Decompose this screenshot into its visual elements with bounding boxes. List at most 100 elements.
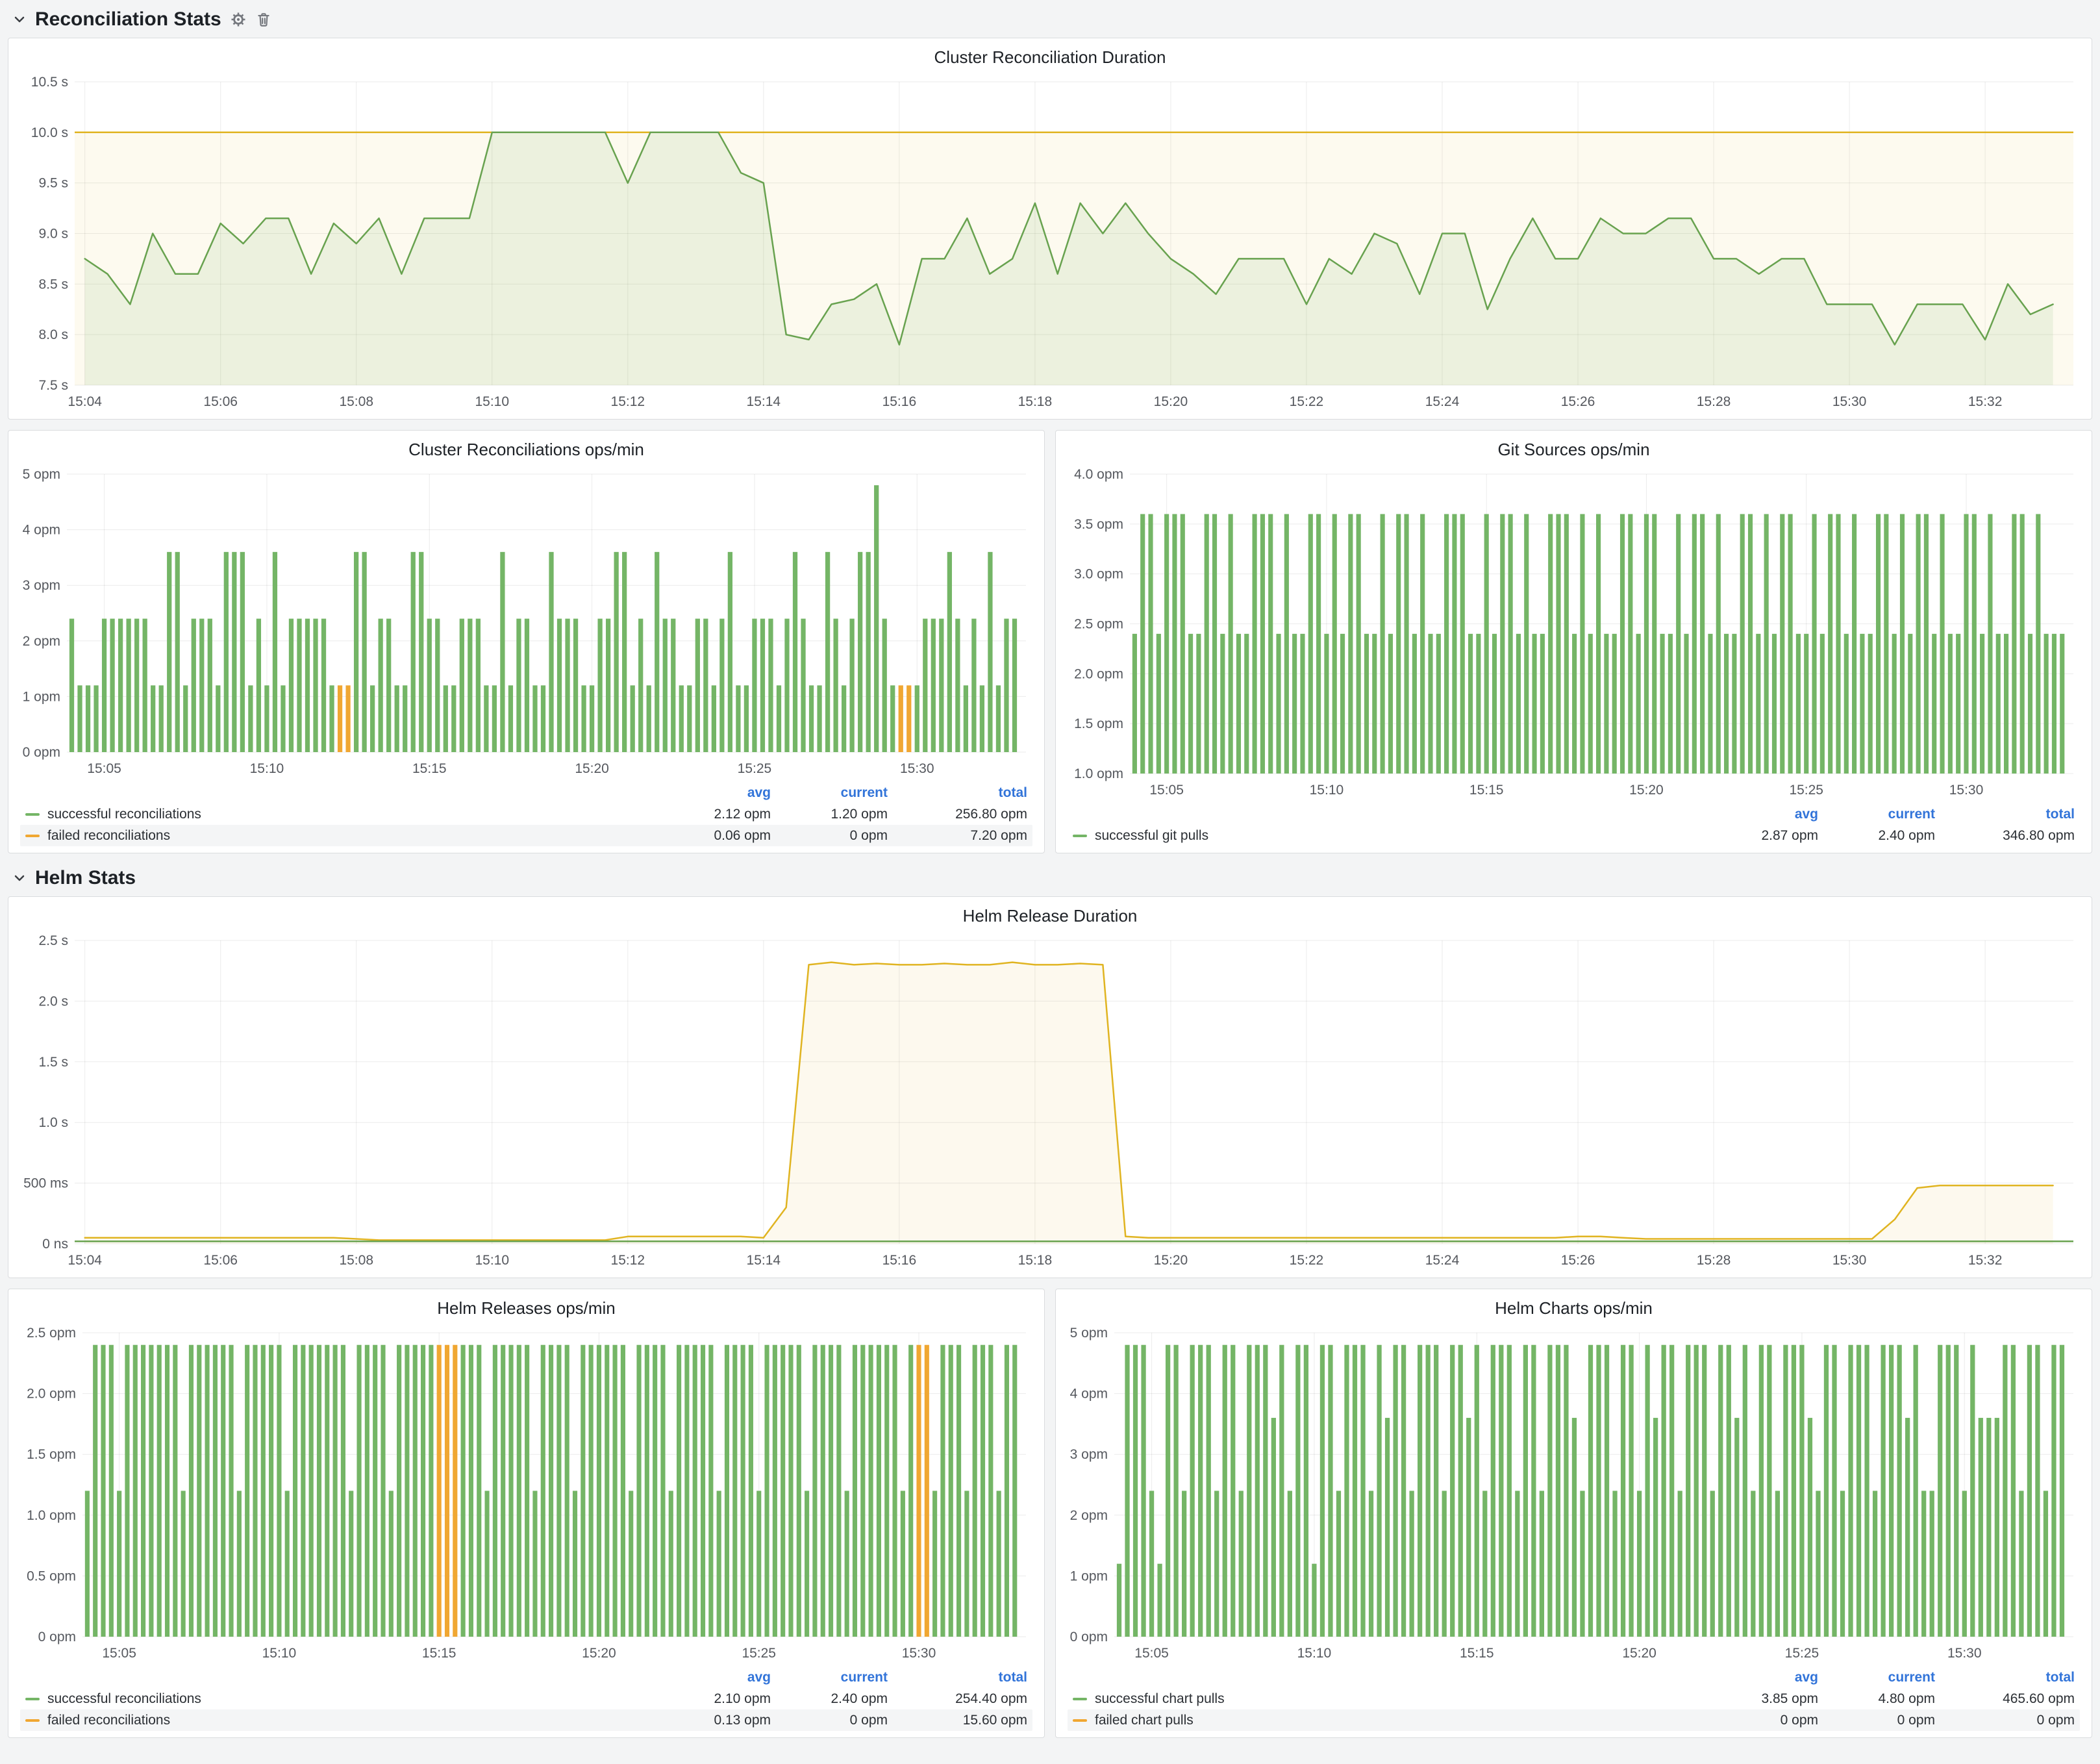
- svg-text:3.0 opm: 3.0 opm: [1074, 567, 1123, 582]
- svg-text:15:30: 15:30: [1832, 394, 1867, 409]
- svg-text:15:20: 15:20: [1629, 783, 1664, 798]
- svg-text:15:15: 15:15: [1469, 783, 1504, 798]
- svg-text:1 opm: 1 opm: [1070, 1569, 1108, 1583]
- svg-text:5 opm: 5 opm: [1070, 1326, 1108, 1341]
- legend-series-toggle[interactable]: failed reconciliations: [25, 1713, 654, 1728]
- legend-sort-avg[interactable]: avg: [654, 785, 771, 801]
- chart-helm-release-duration[interactable]: 0 ns500 ms1.0 s1.5 s2.0 s2.5 s15:0415:06…: [18, 931, 2082, 1272]
- svg-text:3 opm: 3 opm: [1070, 1447, 1108, 1462]
- panel-cluster-reconciliations-opm: Cluster Reconciliations ops/min 0 opm1 o…: [8, 430, 1045, 853]
- svg-text:15:08: 15:08: [339, 394, 373, 409]
- legend-sort-total[interactable]: total: [1935, 1670, 2075, 1685]
- svg-text:15:14: 15:14: [747, 1253, 781, 1268]
- chart-cluster-reconciliations-opm[interactable]: 0 opm1 opm2 opm3 opm4 opm5 opm15:0515:10…: [18, 465, 1035, 781]
- svg-text:5 opm: 5 opm: [23, 467, 60, 482]
- legend-sort-current[interactable]: current: [1818, 807, 1935, 822]
- svg-text:8.5 s: 8.5 s: [38, 277, 68, 292]
- svg-text:15:20: 15:20: [575, 761, 609, 776]
- trash-icon[interactable]: [255, 11, 272, 28]
- legend-sort-total[interactable]: total: [888, 785, 1027, 801]
- series-color-swatch: [1073, 1698, 1087, 1700]
- legend-row: successful reconciliations2.12 opm1.20 o…: [20, 803, 1032, 825]
- legend-series-toggle[interactable]: failed chart pulls: [1073, 1713, 1701, 1728]
- legend-series-toggle[interactable]: successful reconciliations: [25, 1691, 654, 1707]
- svg-text:15:10: 15:10: [1310, 783, 1344, 798]
- legend-series-toggle[interactable]: successful git pulls: [1073, 828, 1701, 844]
- legend-value-current: 4.80 opm: [1818, 1691, 1935, 1707]
- legend-sort-current[interactable]: current: [771, 785, 888, 801]
- chevron-down-icon[interactable]: [12, 870, 27, 886]
- svg-text:0 opm: 0 opm: [23, 745, 60, 760]
- svg-text:15:10: 15:10: [262, 1646, 297, 1661]
- legend-value-current: 0 opm: [1818, 1713, 1935, 1728]
- legend-row: failed reconciliations0.13 opm0 opm15.60…: [20, 1709, 1032, 1731]
- legend-series-toggle[interactable]: successful reconciliations: [25, 807, 654, 822]
- svg-text:2.5 opm: 2.5 opm: [1074, 617, 1123, 632]
- legend-value-current: 0 opm: [771, 1713, 888, 1728]
- gear-icon[interactable]: [229, 10, 247, 29]
- svg-text:15:25: 15:25: [738, 761, 772, 776]
- series-label: successful reconciliations: [47, 1691, 201, 1707]
- legend-value-avg: 0.06 opm: [654, 828, 771, 844]
- svg-text:15:25: 15:25: [1789, 783, 1823, 798]
- panel-helm-releases-opm: Helm Releases ops/min 0 opm0.5 opm1.0 op…: [8, 1289, 1045, 1738]
- row-header-reconciliation-stats[interactable]: Reconciliation Stats: [8, 4, 2092, 35]
- panel-title[interactable]: Helm Release Duration: [18, 903, 2082, 931]
- legend-row: successful chart pulls3.85 opm4.80 opm46…: [1068, 1688, 2080, 1709]
- panel-title[interactable]: Git Sources ops/min: [1065, 437, 2082, 465]
- svg-text:10.5 s: 10.5 s: [31, 75, 68, 90]
- legend-sort-current[interactable]: current: [771, 1670, 888, 1685]
- panel-git-sources-opm: Git Sources ops/min 1.0 opm1.5 opm2.0 op…: [1055, 430, 2092, 853]
- legend-sort-total[interactable]: total: [1935, 807, 2075, 822]
- chart-helm-releases-opm[interactable]: 0 opm0.5 opm1.0 opm1.5 opm2.0 opm2.5 opm…: [18, 1324, 1035, 1665]
- svg-text:1.5 opm: 1.5 opm: [27, 1447, 76, 1462]
- legend-value-current: 2.40 opm: [1818, 828, 1935, 844]
- section-title: Reconciliation Stats: [35, 8, 221, 31]
- legend-value-current: 1.20 opm: [771, 807, 888, 822]
- svg-text:15:08: 15:08: [339, 1253, 373, 1268]
- chart-git-sources-opm[interactable]: 1.0 opm1.5 opm2.0 opm2.5 opm3.0 opm3.5 o…: [1065, 465, 2082, 802]
- svg-text:15:26: 15:26: [1561, 1253, 1595, 1268]
- svg-text:3.5 opm: 3.5 opm: [1074, 517, 1123, 532]
- legend-value-avg: 0 opm: [1701, 1713, 1818, 1728]
- svg-text:15:30: 15:30: [1947, 1646, 1982, 1661]
- svg-text:15:16: 15:16: [882, 1253, 917, 1268]
- panel-title[interactable]: Cluster Reconciliations ops/min: [18, 437, 1035, 465]
- legend-header-row: avgcurrenttotal: [1068, 803, 2080, 825]
- legend-sort-avg[interactable]: avg: [1701, 807, 1818, 822]
- series-label: failed reconciliations: [47, 1713, 170, 1728]
- legend-series-toggle[interactable]: failed reconciliations: [25, 828, 654, 844]
- panel-helm-charts-opm: Helm Charts ops/min 0 opm1 opm2 opm3 opm…: [1055, 1289, 2092, 1738]
- svg-text:15:10: 15:10: [475, 1253, 509, 1268]
- svg-text:2.0 opm: 2.0 opm: [27, 1387, 76, 1402]
- svg-text:15:15: 15:15: [422, 1646, 456, 1661]
- panel-title[interactable]: Helm Releases ops/min: [18, 1296, 1035, 1324]
- chevron-down-icon[interactable]: [12, 12, 27, 27]
- svg-text:15:15: 15:15: [1460, 1646, 1494, 1661]
- section-title: Helm Stats: [35, 867, 136, 889]
- legend-sort-avg[interactable]: avg: [654, 1670, 771, 1685]
- legend-sort-total[interactable]: total: [888, 1670, 1027, 1685]
- svg-text:15:20: 15:20: [1154, 1253, 1188, 1268]
- panel-title[interactable]: Cluster Reconciliation Duration: [18, 45, 2082, 73]
- series-color-swatch: [1073, 835, 1087, 837]
- legend-sort-avg[interactable]: avg: [1701, 1670, 1818, 1685]
- svg-text:15:25: 15:25: [1785, 1646, 1819, 1661]
- chart-cluster-reconciliation-duration[interactable]: 7.5 s8.0 s8.5 s9.0 s9.5 s10.0 s10.5 s15:…: [18, 73, 2082, 414]
- svg-text:9.5 s: 9.5 s: [38, 176, 68, 191]
- svg-text:15:10: 15:10: [1297, 1646, 1332, 1661]
- legend-series-toggle[interactable]: successful chart pulls: [1073, 1691, 1701, 1707]
- legend-sort-current[interactable]: current: [1818, 1670, 1935, 1685]
- svg-text:15:32: 15:32: [1968, 394, 2003, 409]
- svg-text:15:06: 15:06: [203, 1253, 238, 1268]
- svg-text:2 opm: 2 opm: [23, 634, 60, 649]
- legend-value-current: 2.40 opm: [771, 1691, 888, 1707]
- svg-text:1.0 opm: 1.0 opm: [1074, 766, 1123, 781]
- panel-title[interactable]: Helm Charts ops/min: [1065, 1296, 2082, 1324]
- svg-text:15:14: 15:14: [747, 394, 781, 409]
- chart-helm-charts-opm[interactable]: 0 opm1 opm2 opm3 opm4 opm5 opm15:0515:10…: [1065, 1324, 2082, 1665]
- svg-text:2.5 opm: 2.5 opm: [27, 1326, 76, 1341]
- legend-value-total: 0 opm: [1935, 1713, 2075, 1728]
- legend-helm-releases: avgcurrenttotal successful reconciliation…: [18, 1665, 1035, 1732]
- row-header-helm-stats[interactable]: Helm Stats: [8, 863, 2092, 894]
